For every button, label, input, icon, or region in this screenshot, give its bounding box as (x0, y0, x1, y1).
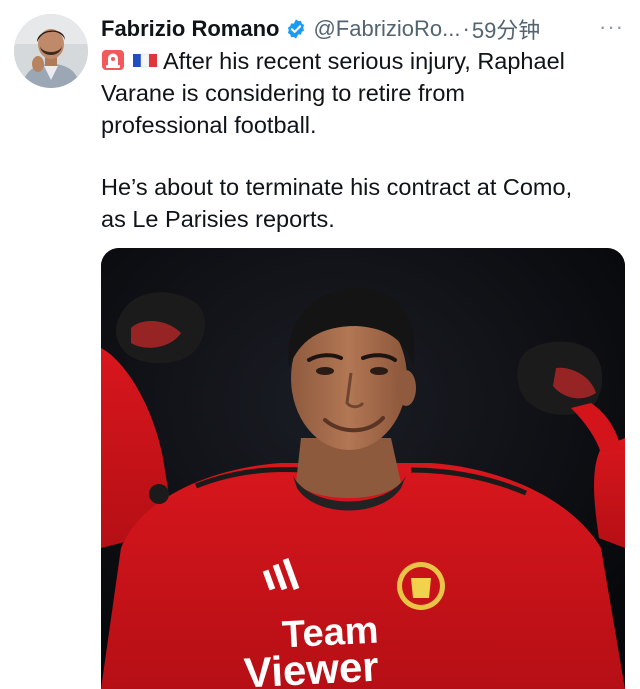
france-flag-emoji-icon (133, 53, 157, 68)
more-options-icon[interactable]: ··· (599, 14, 624, 40)
sleeve-badge-icon (149, 484, 169, 504)
tweet-text-line-1: After his recent serious injury, Raphael (163, 48, 565, 74)
tweet-text-line-3: professional football. (101, 112, 317, 138)
tweet-text-line-5: as Le Parisies reports. (101, 206, 335, 232)
tweet-text-line-2: Varane is considering to retire from (101, 80, 465, 106)
tweet-text: After his recent serious injury, Raphael… (101, 45, 621, 235)
author-avatar[interactable] (14, 14, 88, 88)
verified-badge-icon (288, 19, 305, 39)
author-handle[interactable]: @FabrizioRo... (313, 16, 460, 42)
tweet-header: Fabrizio Romano @FabrizioRo... · 59分钟 (101, 12, 631, 46)
author-name[interactable]: Fabrizio Romano (101, 16, 279, 42)
siren-emoji-icon (102, 50, 124, 70)
tweet-card[interactable]: Fabrizio Romano @FabrizioRo... · 59分钟 ··… (0, 0, 640, 689)
separator-dot: · (462, 16, 470, 41)
tweet-media-image[interactable]: Team Viewer (101, 248, 625, 689)
tweet-timestamp[interactable]: 59分钟 (472, 13, 540, 45)
sponsor-line-2: Viewer (242, 642, 380, 689)
sponsor-logo: Team Viewer (241, 609, 381, 689)
avatar-photo (14, 14, 88, 88)
tweet-text-line-4: He’s about to terminate his contract at … (101, 174, 573, 200)
club-crest-icon (397, 562, 445, 610)
